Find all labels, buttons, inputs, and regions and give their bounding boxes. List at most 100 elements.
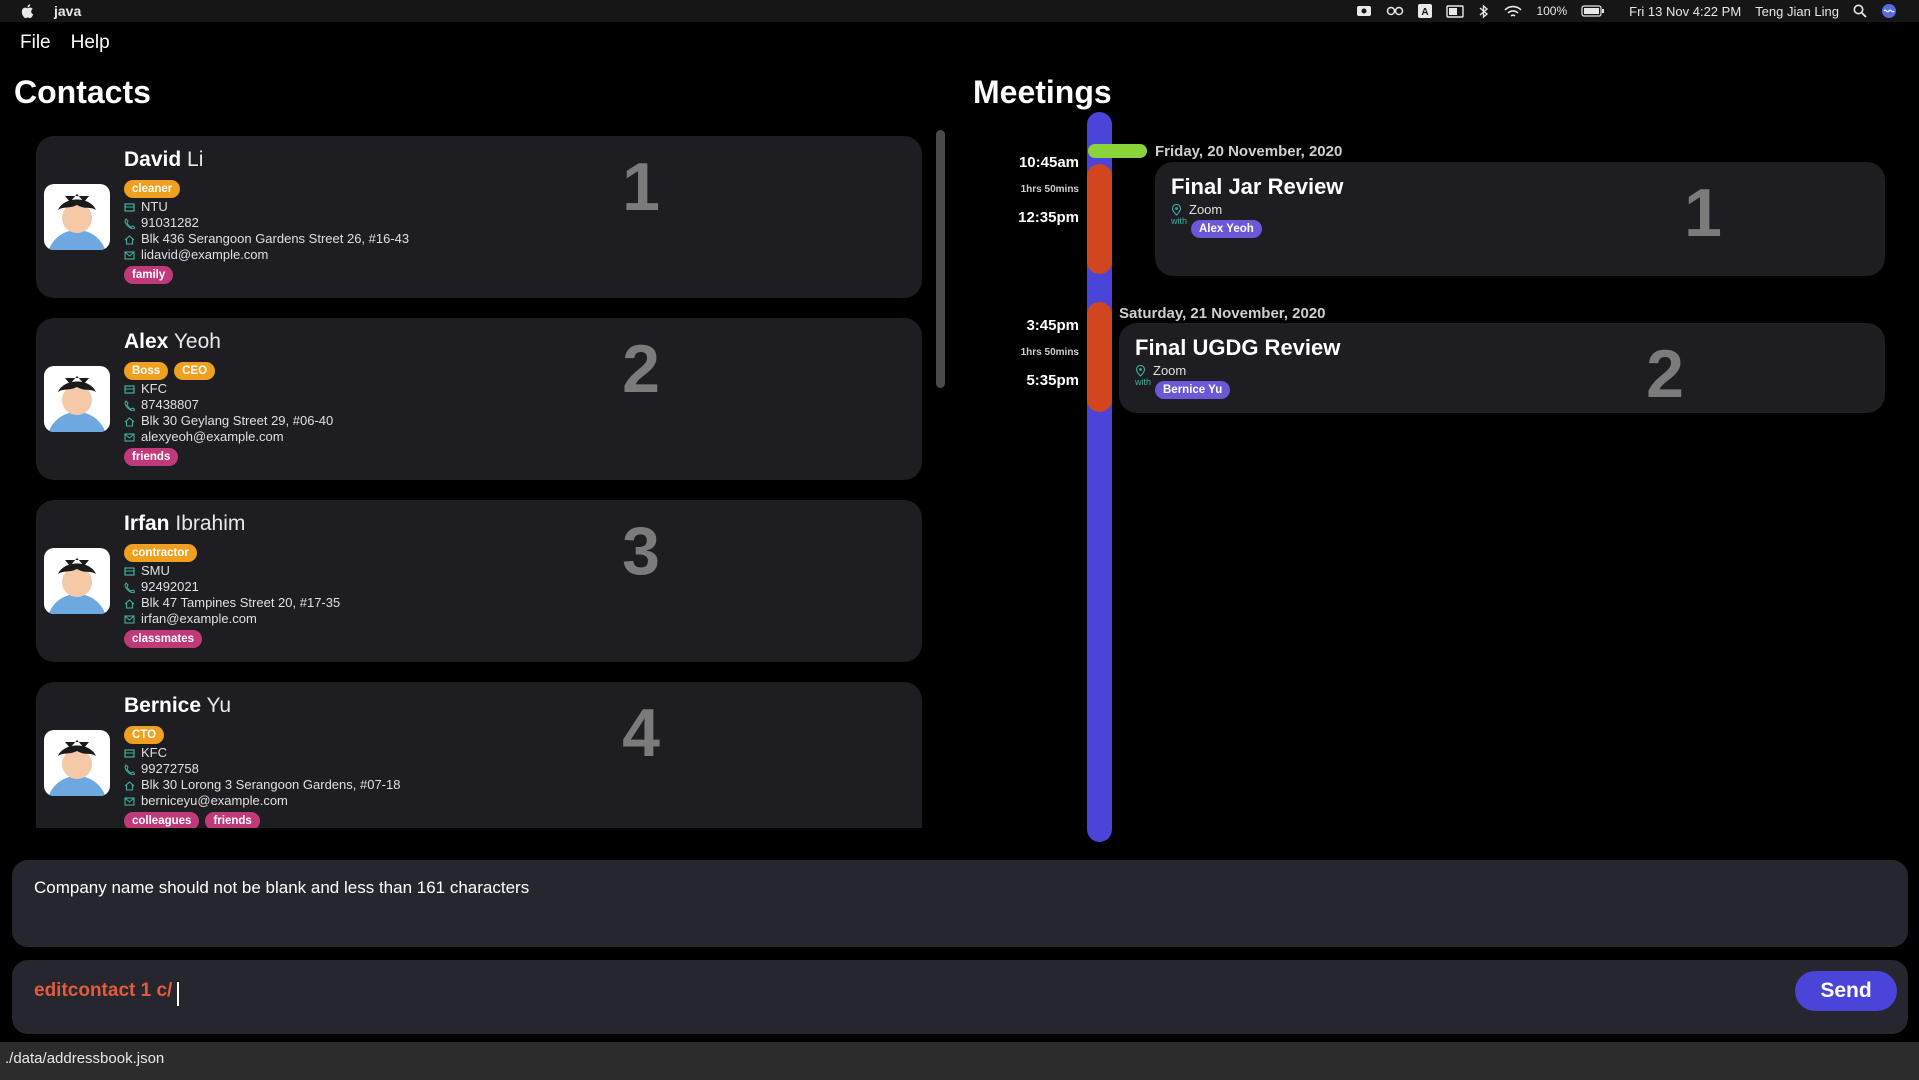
meeting-card[interactable]: Final Jar Review Zoom with Alex Yeoh 1 (1155, 162, 1885, 276)
company-icon (124, 384, 135, 394)
company-line: NTU (124, 199, 168, 215)
wifi-icon[interactable] (1504, 5, 1523, 18)
avatar (44, 548, 110, 614)
meeting-title: Final UGDG Review (1135, 335, 1341, 360)
group-tags: friends (124, 448, 179, 466)
macos-menu-bar: java A 100% Fri 13 Nov 4:22 PM Teng Jian… (0, 0, 1919, 22)
contact-index: 4 (622, 695, 660, 771)
group-tag: colleagues (124, 812, 200, 828)
company-icon (124, 202, 135, 212)
siri-icon[interactable] (1881, 3, 1897, 19)
contact-phone: 92492021 (141, 579, 199, 594)
phone-line: 91031282 (124, 215, 199, 231)
phone-icon (124, 581, 135, 593)
contact-card[interactable]: Irfan Ibrahim contractor SMU 92492021 Bl… (36, 500, 922, 662)
meeting-start-time: 10:45am (1018, 154, 1079, 171)
contact-name: Alex Yeoh (124, 330, 221, 354)
email-line: berniceyu@example.com (124, 793, 288, 809)
contact-card[interactable]: Bernice Yu CTO KFC 99272758 Blk 30 Loron… (36, 682, 922, 828)
avatar (44, 184, 110, 250)
spotlight-search-icon[interactable] (1853, 4, 1867, 18)
app-menu-bar: File Help (20, 32, 110, 54)
home-icon (124, 234, 135, 245)
contact-first-name: Alex (124, 330, 169, 353)
email-icon (124, 614, 135, 624)
contact-address: Blk 30 Geylang Street 29, #06-40 (141, 413, 334, 428)
avatar-illustration-icon (48, 194, 106, 250)
group-tag: friends (205, 812, 260, 828)
home-icon (124, 416, 135, 427)
active-app-name[interactable]: java (54, 3, 81, 19)
result-message: Company name should not be blank and les… (34, 878, 530, 897)
svg-text:A: A (1422, 7, 1429, 18)
menu-bar-user[interactable]: Teng Jian Ling (1755, 4, 1839, 19)
file-menu[interactable]: File (20, 32, 51, 54)
contact-company: KFC (141, 381, 167, 396)
apple-icon[interactable] (20, 3, 36, 19)
phone-icon (124, 399, 135, 411)
phone-icon (124, 763, 135, 775)
location-pin-icon (1135, 364, 1146, 377)
contact-index: 1 (622, 149, 660, 225)
meeting-location-text: Zoom (1153, 363, 1187, 378)
menu-bar-clock[interactable]: Fri 13 Nov 4:22 PM (1629, 4, 1741, 19)
command-input[interactable] (34, 980, 1434, 1002)
avatar (44, 730, 110, 796)
avatar-illustration-icon (48, 376, 106, 432)
contact-first-name: Irfan (124, 512, 170, 535)
result-display: Company name should not be blank and les… (12, 860, 1908, 947)
participant-tag: Bernice Yu (1155, 381, 1231, 399)
text-cursor (177, 982, 179, 1006)
battery-icon[interactable] (1581, 5, 1605, 17)
company-line: KFC (124, 381, 167, 397)
contact-address: Blk 436 Serangoon Gardens Street 26, #16… (141, 231, 410, 246)
group-tag: friends (124, 448, 179, 466)
meeting-date: Friday, 20 November, 2020 (1155, 143, 1343, 160)
contact-last-name: Li (187, 148, 204, 171)
address-line: Blk 47 Tampines Street 20, #17-35 (124, 595, 340, 611)
group-tags: colleagues friends (124, 812, 260, 828)
phone-line: 87438807 (124, 397, 199, 413)
role-tags: cleaner (124, 180, 181, 198)
bluetooth-icon[interactable] (1478, 3, 1490, 19)
address-line: Blk 30 Lorong 3 Serangoon Gardens, #07-1… (124, 777, 400, 793)
contact-card[interactable]: Alex Yeoh Boss CEO KFC 87438807 Blk 30 G… (36, 318, 922, 480)
contacts-list[interactable]: David Li cleaner NTU 91031282 Blk 436 Se… (36, 136, 922, 828)
contact-email: alexyeoh@example.com (141, 429, 284, 444)
contact-name: David Li (124, 148, 203, 172)
meeting-end-time: 5:35pm (1026, 372, 1079, 389)
home-icon (124, 598, 135, 609)
role-tag: contractor (124, 544, 197, 562)
email-line: lidavid@example.com (124, 247, 268, 263)
address-line: Blk 436 Serangoon Gardens Street 26, #16… (124, 231, 409, 247)
contact-card[interactable]: David Li cleaner NTU 91031282 Blk 436 Se… (36, 136, 922, 298)
meeting-location: Zoom (1171, 202, 1222, 217)
phone-line: 92492021 (124, 579, 199, 595)
location-pin-icon (1171, 203, 1182, 216)
contact-index: 3 (622, 513, 660, 589)
help-menu[interactable]: Help (71, 32, 110, 54)
address-line: Blk 30 Geylang Street 29, #06-40 (124, 413, 333, 429)
role-tag: cleaner (124, 180, 181, 198)
meeting-time-block (1087, 302, 1112, 412)
display-icon[interactable] (1446, 4, 1465, 18)
screen-record-icon[interactable] (1356, 4, 1372, 18)
contact-address: Blk 47 Tampines Street 20, #17-35 (141, 595, 341, 610)
meeting-duration: 1hrs 50mins (1020, 184, 1079, 195)
meetings-heading: Meetings (973, 74, 1112, 110)
email-icon (124, 250, 135, 260)
company-line: SMU (124, 563, 170, 579)
contact-email: irfan@example.com (141, 611, 257, 626)
phone-line: 99272758 (124, 761, 199, 777)
glasses-icon[interactable] (1386, 5, 1404, 17)
avatar (44, 366, 110, 432)
role-tag: Boss (124, 362, 169, 380)
contacts-scrollbar[interactable] (936, 130, 945, 388)
meeting-card[interactable]: Final UGDG Review Zoom with Bernice Yu 2 (1119, 323, 1885, 413)
contact-phone: 99272758 (141, 761, 199, 776)
contact-last-name: Yu (206, 694, 232, 717)
command-box: Send (12, 960, 1908, 1034)
input-source-icon[interactable]: A (1418, 4, 1433, 18)
send-button[interactable]: Send (1795, 971, 1897, 1011)
contact-index: 2 (622, 331, 660, 407)
